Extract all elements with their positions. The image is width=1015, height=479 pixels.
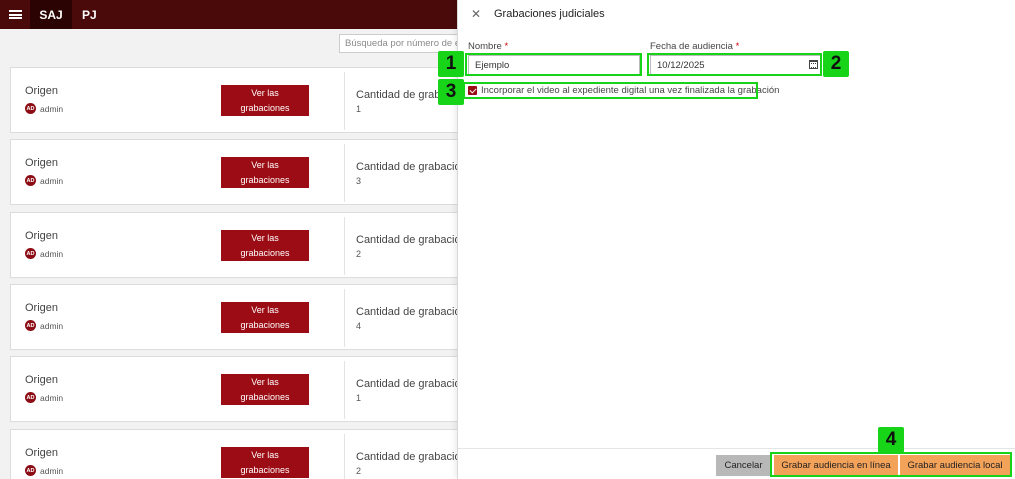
date-label-text: Fecha de audiencia <box>650 41 733 52</box>
incorporate-video-checkbox[interactable] <box>468 86 477 95</box>
quantity-label: Cantidad de grabaciones <box>356 306 466 318</box>
name-input[interactable]: Ejemplo <box>468 55 640 76</box>
divider <box>344 289 345 347</box>
view-recordings-button[interactable]: Ver las grabaciones <box>221 230 309 261</box>
avatar: AD <box>25 175 36 186</box>
origin-label: Origen <box>25 157 59 169</box>
brand-saj[interactable]: SAJ <box>30 0 72 29</box>
divider <box>344 361 345 419</box>
date-field-label: Fecha de audiencia * <box>650 41 739 52</box>
user-name: admin <box>40 175 64 186</box>
cancel-button[interactable]: Cancelar <box>716 455 771 476</box>
quantity-value: 4 <box>356 321 362 331</box>
user-info: AD admin <box>25 465 63 476</box>
view-recordings-button[interactable]: Ver las grabaciones <box>221 302 309 333</box>
view-recordings-label-line2: grabaciones <box>240 103 290 113</box>
view-recordings-label-line2: grabaciones <box>240 248 290 258</box>
list-item: Origen AD admin Ver las grabaciones Cantid… <box>10 67 470 133</box>
recordings-side-panel: ✕ Grabaciones judiciales Nombre * Ejempl… <box>457 0 1015 479</box>
user-info: AD admin <box>25 248 63 259</box>
panel-header: ✕ Grabaciones judiciales <box>458 0 1015 29</box>
view-recordings-button[interactable]: Ver las grabaciones <box>221 447 309 478</box>
view-recordings-label-line2: grabaciones <box>240 465 290 475</box>
view-recordings-button[interactable]: Ver las grabaciones <box>221 157 309 188</box>
origin-label: Origen <box>25 374 59 386</box>
divider <box>344 434 345 479</box>
origin-label: Origen <box>25 230 59 242</box>
quantity-value: 1 <box>356 393 362 403</box>
avatar: AD <box>25 465 36 476</box>
view-recordings-label-line1: Ver las <box>251 233 279 243</box>
user-name: admin <box>40 320 64 331</box>
incorporate-video-label: Incorporar el video al expediente digita… <box>481 85 780 96</box>
view-recordings-label-line1: Ver las <box>251 88 279 98</box>
quantity-label: Cantidad de grabaciones <box>356 378 466 390</box>
record-local-button[interactable]: Grabar audiencia local <box>900 455 1010 476</box>
avatar: AD <box>25 248 36 259</box>
user-name: admin <box>40 392 64 403</box>
quantity-label: Cantidad de grabaciones <box>356 234 466 246</box>
annotation-badge: 2 <box>823 51 849 77</box>
annotation-badge: 1 <box>438 51 464 77</box>
footer-divider <box>458 448 1015 449</box>
record-online-button[interactable]: Grabar audiencia en línea <box>774 455 898 476</box>
user-name: admin <box>40 248 64 259</box>
hamburger-icon <box>8 10 22 19</box>
user-info: AD admin <box>25 175 63 186</box>
avatar: AD <box>25 103 36 114</box>
quantity-value: 2 <box>356 249 362 259</box>
view-recordings-button[interactable]: Ver las grabaciones <box>221 374 309 405</box>
view-recordings-label-line1: Ver las <box>251 305 279 315</box>
avatar: AD <box>25 320 36 331</box>
view-recordings-label-line1: Ver las <box>251 160 279 170</box>
user-info: AD admin <box>25 320 63 331</box>
view-recordings-label-line1: Ver las <box>251 377 279 387</box>
list-item: Origen AD admin Ver las grabaciones Cantid… <box>10 212 470 278</box>
list-item: Origen AD admin Ver las grabaciones Cantid… <box>10 284 470 350</box>
name-field-label: Nombre * <box>468 41 508 52</box>
list-item: Origen AD admin Ver las grabaciones Cantid… <box>10 356 470 422</box>
origin-label: Origen <box>25 302 59 314</box>
user-name: admin <box>40 465 64 476</box>
view-recordings-label-line2: grabaciones <box>240 175 290 185</box>
close-icon[interactable]: ✕ <box>470 8 482 20</box>
quantity-value: 1 <box>356 104 362 114</box>
quantity-label: Cantidad de grabaciones <box>356 451 466 463</box>
quantity-label: Cantidad de grabaciones <box>356 161 466 173</box>
user-info: AD admin <box>25 103 63 114</box>
brand-pj[interactable]: PJ <box>72 0 107 29</box>
origin-label: Origen <box>25 85 59 97</box>
annotation-badge: 4 <box>878 427 904 453</box>
quantity-value: 2 <box>356 466 362 476</box>
view-recordings-button[interactable]: Ver las grabaciones <box>221 85 309 116</box>
annotation-badge: 3 <box>438 79 464 105</box>
avatar: AD <box>25 392 36 403</box>
user-info: AD admin <box>25 392 63 403</box>
quantity-value: 3 <box>356 176 362 186</box>
menu-button[interactable] <box>0 0 30 29</box>
required-mark: * <box>504 41 509 52</box>
panel-title: Grabaciones judiciales <box>494 8 605 20</box>
list-item: Origen AD admin Ver las grabaciones Cantid… <box>10 139 470 205</box>
name-label-text: Nombre <box>468 41 502 52</box>
required-mark: * <box>735 41 740 52</box>
calendar-icon[interactable] <box>809 60 818 69</box>
divider <box>344 144 345 202</box>
divider <box>344 217 345 275</box>
origin-label: Origen <box>25 447 59 459</box>
user-name: admin <box>40 103 64 114</box>
view-recordings-label-line1: Ver las <box>251 450 279 460</box>
divider <box>344 72 345 130</box>
view-recordings-label-line2: grabaciones <box>240 320 290 330</box>
view-recordings-label-line2: grabaciones <box>240 392 290 402</box>
date-input[interactable]: 10/12/2025 <box>650 55 822 76</box>
list-item: Origen AD admin Ver las grabaciones Cantid… <box>10 429 470 479</box>
